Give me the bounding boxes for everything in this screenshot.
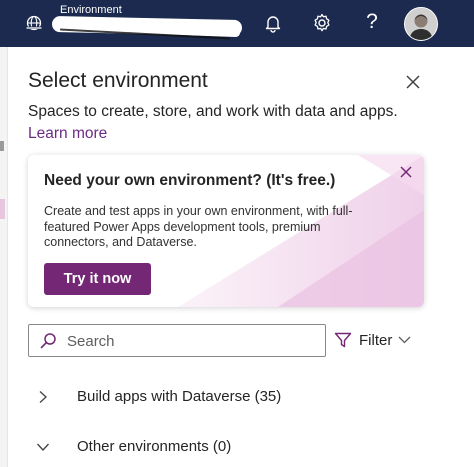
promo-title: Need your own environment? (It's free.)	[44, 172, 336, 189]
learn-more-link[interactable]: Learn more	[28, 125, 107, 143]
search-icon	[40, 333, 56, 349]
help-icon[interactable]: ?	[363, 9, 381, 35]
gear-icon[interactable]	[310, 11, 334, 35]
panel-title: Select environment	[28, 69, 208, 92]
avatar-photo	[405, 8, 437, 40]
promo-card: Need your own environment? (It's free.) …	[28, 155, 424, 307]
promo-description: Create and test apps in your own environ…	[44, 204, 353, 249]
background-accent-fragment	[0, 199, 5, 219]
try-it-now-button[interactable]: Try it now	[44, 263, 151, 295]
background-page-edge	[0, 47, 8, 467]
background-text-fragment	[0, 141, 4, 151]
filter-label: Filter	[359, 332, 393, 349]
filter-icon	[334, 332, 352, 348]
group-label: Other environments (0)	[77, 438, 232, 455]
globe-icon[interactable]	[25, 14, 43, 32]
group-label: Build apps with Dataverse (35)	[77, 388, 282, 405]
top-bar: Environment ?	[0, 0, 474, 47]
chevron-right-icon	[39, 391, 47, 403]
chevron-down-icon	[37, 443, 49, 451]
search-input[interactable]	[65, 328, 319, 354]
close-icon[interactable]	[404, 73, 422, 91]
bell-icon[interactable]	[261, 11, 285, 35]
environment-label[interactable]: Environment	[60, 4, 122, 16]
dismiss-promo-icon[interactable]	[398, 164, 414, 180]
chevron-down-icon	[398, 336, 411, 344]
panel-subtitle: Spaces to create, store, and work with d…	[28, 103, 398, 120]
search-box[interactable]	[28, 324, 326, 357]
avatar[interactable]	[404, 7, 438, 41]
